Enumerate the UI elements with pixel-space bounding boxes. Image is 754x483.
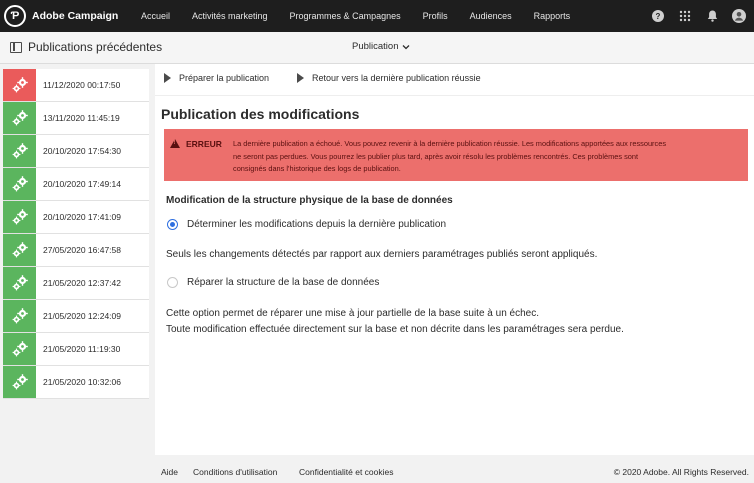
publication-date: 27/05/2020 16:47:58 — [43, 245, 121, 255]
radio-option-determine-changes[interactable]: Déterminer les modifications depuis la d… — [167, 219, 446, 230]
toggle-panel-icon[interactable] — [10, 42, 22, 53]
help-icon[interactable]: ? — [651, 9, 665, 23]
page-title: Publications précédentes — [28, 40, 163, 54]
sub-header: Publications précédentes Publication — [0, 32, 754, 64]
publication-dropdown-label: Publication — [352, 41, 399, 52]
nav-rapports[interactable]: Rapports — [523, 0, 582, 32]
publication-success-gear-icon — [3, 267, 36, 299]
rollback-publication-label: Retour vers la dernière publication réus… — [312, 73, 481, 83]
publication-date: 21/05/2020 12:24:09 — [43, 311, 121, 321]
nav-audiences[interactable]: Audiences — [459, 0, 523, 32]
top-navigation-bar: Ƥ Adobe Campaign Accueil Activités marke… — [0, 0, 754, 32]
option2-help-text: Cette option permet de réparer une mise … — [166, 306, 624, 337]
publication-list-item[interactable]: 20/10/2020 17:49:14 — [3, 168, 149, 201]
nav-programmes-campagnes[interactable]: Programmes & Campagnes — [279, 0, 412, 32]
help-line: Cette option permet de réparer une mise … — [166, 308, 539, 319]
publication-success-gear-icon — [3, 333, 36, 365]
publication-list-item[interactable]: 11/12/2020 00:17:50 — [3, 69, 149, 102]
publications-sidebar: 11/12/2020 00:17:50 13/11/2020 11:45:19 … — [0, 64, 152, 483]
publication-list-item[interactable]: 27/05/2020 16:47:58 — [3, 234, 149, 267]
publication-date: 21/05/2020 12:37:42 — [43, 278, 121, 288]
nav-profils[interactable]: Profils — [412, 0, 459, 32]
option1-help-text: Seuls les changements détectés par rappo… — [166, 249, 598, 260]
prepare-publication-label: Préparer la publication — [179, 73, 270, 83]
main-content: Préparer la publication Retour vers la d… — [155, 64, 754, 455]
warning-icon — [170, 139, 180, 148]
publication-date: 20/10/2020 17:49:14 — [43, 179, 121, 189]
publication-date: 20/10/2020 17:41:09 — [43, 212, 121, 222]
copyright: © 2020 Adobe. All Rights Reserved. — [613, 467, 749, 477]
chevron-down-icon — [403, 44, 410, 49]
publication-date: 21/05/2020 10:32:06 — [43, 377, 121, 387]
footer: Aide Conditions d'utilisation Confidenti… — [155, 455, 754, 483]
publication-list-item[interactable]: 20/10/2020 17:41:09 — [3, 201, 149, 234]
publication-date: 13/11/2020 11:45:19 — [43, 113, 120, 123]
publication-list-item[interactable]: 20/10/2020 17:54:30 — [3, 135, 149, 168]
footer-link-help[interactable]: Aide — [161, 467, 178, 477]
publication-list-item[interactable]: 21/05/2020 10:32:06 — [3, 366, 149, 399]
publication-date: 20/10/2020 17:54:30 — [43, 146, 121, 156]
play-icon — [297, 73, 304, 83]
app-title[interactable]: Adobe Campaign — [32, 10, 130, 22]
publications-list: 11/12/2020 00:17:50 13/11/2020 11:45:19 … — [3, 69, 149, 399]
adobe-campaign-logo[interactable]: Ƥ — [4, 5, 26, 27]
footer-link-privacy[interactable]: Confidentialité et cookies — [299, 467, 394, 477]
publication-success-gear-icon — [3, 201, 36, 233]
nav-activites-marketing[interactable]: Activités marketing — [181, 0, 279, 32]
error-label: ERREUR — [186, 139, 222, 149]
help-line: Toute modification effectuée directement… — [166, 323, 624, 335]
publication-list-item[interactable]: 13/11/2020 11:45:19 — [3, 102, 149, 135]
radio-option-repair-structure[interactable]: Réparer la structure de la base de donné… — [167, 277, 379, 288]
radio-label: Réparer la structure de la base de donné… — [187, 277, 380, 288]
publication-error-gear-icon — [3, 69, 36, 101]
radio-label: Déterminer les modifications depuis la d… — [187, 219, 447, 230]
section-title: Publication des modifications — [161, 106, 360, 122]
publication-list-item[interactable]: 21/05/2020 12:37:42 — [3, 267, 149, 300]
bell-icon[interactable] — [705, 9, 719, 23]
radio-button-unchecked[interactable] — [167, 277, 178, 288]
publication-date: 11/12/2020 00:17:50 — [43, 80, 121, 90]
svg-text:?: ? — [656, 12, 661, 21]
nav-accueil[interactable]: Accueil — [130, 0, 181, 32]
error-message-line: La dernière publication a échoué. Vous p… — [233, 139, 667, 148]
structure-section-title: Modification de la structure physique de… — [166, 195, 453, 206]
publication-dropdown[interactable]: Publication — [352, 41, 410, 52]
footer-link-terms[interactable]: Conditions d'utilisation — [193, 467, 277, 477]
publication-success-gear-icon — [3, 102, 36, 134]
play-icon — [164, 73, 171, 83]
publication-list-item[interactable]: 21/05/2020 12:24:09 — [3, 300, 149, 333]
error-message: La dernière publication a échoué. Vous p… — [233, 138, 745, 176]
error-banner: ERREUR La dernière publication a échoué.… — [164, 129, 748, 181]
publication-date: 21/05/2020 11:19:30 — [43, 344, 121, 354]
publication-success-gear-icon — [3, 366, 36, 398]
apps-grid-icon[interactable] — [678, 9, 692, 23]
prepare-publication-button[interactable]: Préparer la publication — [164, 73, 269, 83]
publication-success-gear-icon — [3, 135, 36, 167]
error-message-line: consignés dans l'historique des logs de … — [233, 164, 401, 173]
publication-success-gear-icon — [3, 234, 36, 266]
radio-button-checked[interactable] — [167, 219, 178, 230]
publication-success-gear-icon — [3, 300, 36, 332]
action-toolbar: Préparer la publication Retour vers la d… — [155, 64, 754, 96]
publication-success-gear-icon — [3, 168, 36, 200]
rollback-publication-button[interactable]: Retour vers la dernière publication réus… — [297, 73, 481, 83]
publication-list-item[interactable]: 21/05/2020 11:19:30 — [3, 333, 149, 366]
error-message-line: ne seront pas perdues. Vous pourrez les … — [233, 151, 639, 161]
user-avatar-icon[interactable] — [732, 9, 746, 23]
